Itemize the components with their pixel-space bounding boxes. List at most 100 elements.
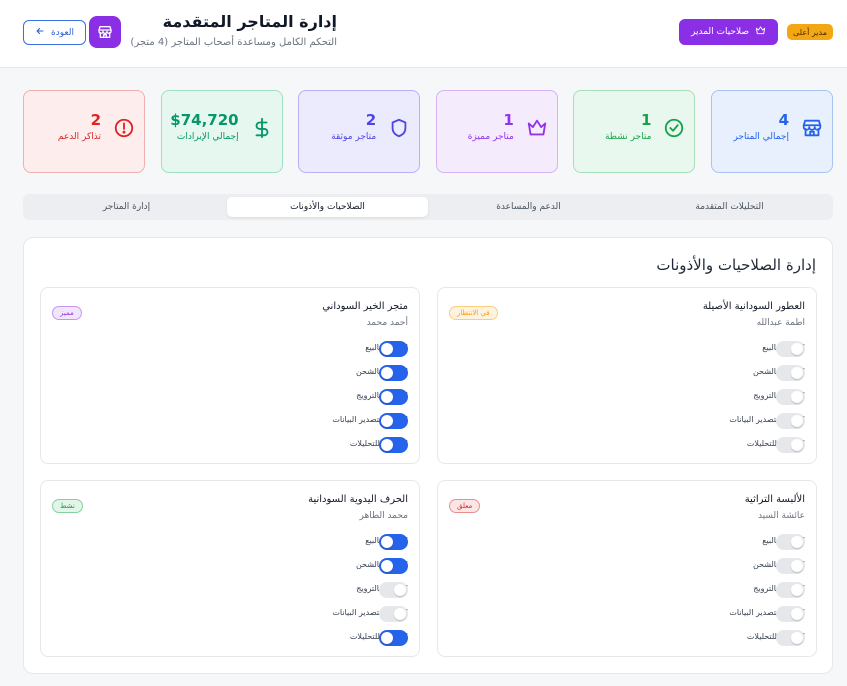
permission-row: السماح بالبيع xyxy=(438,534,816,550)
permission-row: السماح بالبيع xyxy=(438,341,816,357)
permission-row: الوصول للتحليلات xyxy=(438,630,816,646)
toggle-knob xyxy=(381,439,393,451)
tab-1[interactable]: الدعم والمساعدة xyxy=(428,197,629,217)
stat-card: $74,720 إجمالي الإيرادات xyxy=(160,90,283,173)
status-badge: في الانتظار xyxy=(449,306,498,320)
permission-toggle[interactable] xyxy=(379,413,408,429)
permission-toggle[interactable] xyxy=(776,630,805,646)
permission-row: السماح بتصدير البيانات xyxy=(41,606,419,622)
stat-value: 1 xyxy=(640,111,652,129)
store-icon xyxy=(801,117,823,139)
permission-toggle[interactable] xyxy=(379,437,408,453)
store-owner: محمد الطاهر xyxy=(359,511,409,521)
permission-toggle[interactable] xyxy=(379,606,408,622)
stat-card: 2 تذاكر الدعم xyxy=(23,90,145,173)
permission-toggle[interactable] xyxy=(776,413,805,429)
shield-icon xyxy=(388,117,410,139)
permission-row: الوصول للتحليلات xyxy=(438,437,816,453)
permission-toggle[interactable] xyxy=(379,558,408,574)
stat-card: 2 متاجر موثقة xyxy=(298,90,421,173)
toggle-knob xyxy=(381,415,393,427)
store-permission-card: متجر الخير السوداني أحمد محمد مميز السماح ب… xyxy=(40,287,420,464)
permission-row: السماح بالشحن xyxy=(438,365,816,381)
permission-toggle[interactable] xyxy=(379,630,408,646)
stat-value: 2 xyxy=(90,111,101,129)
stats-row: 4 إجمالي المتاجر 1 متاجر نشطة 1 متاجر مميزة 2 م… xyxy=(23,90,833,173)
toggle-knob xyxy=(791,584,803,596)
check-circle-icon xyxy=(663,117,685,139)
stat-card: 4 إجمالي المتاجر xyxy=(711,90,833,173)
dollar-icon xyxy=(251,117,273,139)
permission-toggle[interactable] xyxy=(776,582,805,598)
title-block: إدارة المتاجر المتقدمة التحكم الكامل ومس… xyxy=(130,12,337,48)
stat-value: 4 xyxy=(778,111,789,129)
tab-3[interactable]: إدارة المتاجر xyxy=(26,197,227,217)
stat-label: متاجر موثقة xyxy=(331,132,377,142)
permission-toggle[interactable] xyxy=(379,534,408,550)
permission-toggle[interactable] xyxy=(776,534,805,550)
toggle-knob xyxy=(791,632,803,644)
back-button[interactable]: العودة xyxy=(23,20,86,45)
status-badge: نشط xyxy=(52,499,83,513)
permission-toggle[interactable] xyxy=(776,606,805,622)
permission-toggle[interactable] xyxy=(776,437,805,453)
stat-value: $74,720 xyxy=(170,111,239,129)
crown-icon xyxy=(526,117,548,139)
store-name: العطور السودانية الأصيلة xyxy=(702,301,805,312)
page-header: إدارة المتاجر المتقدمة التحكم الكامل ومس… xyxy=(0,0,847,68)
store-owner: أحمد محمد xyxy=(366,318,408,328)
stat-value: 1 xyxy=(503,111,514,129)
toggle-knob xyxy=(791,367,803,379)
tab-bar: التحليلات المتقدمة الدعم والمساعدة الصلاحي… xyxy=(23,194,833,220)
toggle-knob xyxy=(791,415,803,427)
permission-toggle[interactable] xyxy=(776,389,805,405)
stat-label: تذاكر الدعم xyxy=(57,132,101,142)
toggle-knob xyxy=(381,536,393,548)
page-subtitle: التحكم الكامل ومساعدة أصحاب المتاجر (4 م… xyxy=(130,37,337,48)
toggle-knob xyxy=(394,584,406,596)
toggle-knob xyxy=(381,343,393,355)
toggle-knob xyxy=(791,608,803,620)
tab-0[interactable]: التحليلات المتقدمة xyxy=(629,197,830,217)
toggle-knob xyxy=(791,536,803,548)
stat-card: 1 متاجر مميزة xyxy=(435,90,558,173)
permission-row: السماح بالترويج xyxy=(41,582,419,598)
tab-2[interactable]: الصلاحيات والأذونات xyxy=(227,197,428,217)
stat-card: 1 متاجر نشطة xyxy=(573,90,696,173)
permission-row: السماح بالبيع xyxy=(41,341,419,357)
permission-row: السماح بتصدير البيانات xyxy=(438,413,816,429)
permission-row: السماح بتصدير البيانات xyxy=(438,606,816,622)
permission-toggle[interactable] xyxy=(379,389,408,405)
status-badge: معلق xyxy=(449,499,481,513)
stat-value: 2 xyxy=(365,111,377,129)
permission-row: السماح بالشحن xyxy=(41,558,419,574)
permission-row: السماح بالشحن xyxy=(41,365,419,381)
permission-row: السماح بالبيع xyxy=(41,534,419,550)
role-badge: مدير أعلى xyxy=(787,24,833,40)
store-owner: عائشة السيد xyxy=(757,511,805,521)
permission-toggle[interactable] xyxy=(776,365,805,381)
permission-toggle[interactable] xyxy=(379,582,408,598)
store-name: الألبسة التراثية xyxy=(744,494,805,505)
permission-toggle[interactable] xyxy=(776,341,805,357)
permission-toggle[interactable] xyxy=(379,341,408,357)
admin-permissions-button[interactable]: صلاحيات المدير xyxy=(679,19,778,45)
store-owner: اطمة عبدالله xyxy=(756,318,805,328)
store-icon xyxy=(89,16,121,48)
store-name: الحرف اليدوية السودانية xyxy=(308,494,408,505)
permission-row: الوصول للتحليلات xyxy=(41,437,419,453)
admin-permissions-label: صلاحيات المدير xyxy=(691,27,750,37)
toggle-knob xyxy=(394,608,406,620)
permission-toggle[interactable] xyxy=(379,365,408,381)
page-title: إدارة المتاجر المتقدمة xyxy=(162,12,337,31)
permissions-panel: إدارة الصلاحيات والأذونات العطور السودان… xyxy=(23,237,833,674)
permission-row: السماح بتصدير البيانات xyxy=(41,413,419,429)
crown-icon xyxy=(755,25,766,39)
back-button-label: العودة xyxy=(51,27,74,38)
toggle-knob xyxy=(381,560,393,572)
permission-toggle[interactable] xyxy=(776,558,805,574)
stat-label: متاجر مميزة xyxy=(467,132,514,142)
store-permission-card: العطور السودانية الأصيلة اطمة عبدالله في ا… xyxy=(437,287,817,464)
toggle-knob xyxy=(791,391,803,403)
arrow-right-icon xyxy=(35,26,45,39)
